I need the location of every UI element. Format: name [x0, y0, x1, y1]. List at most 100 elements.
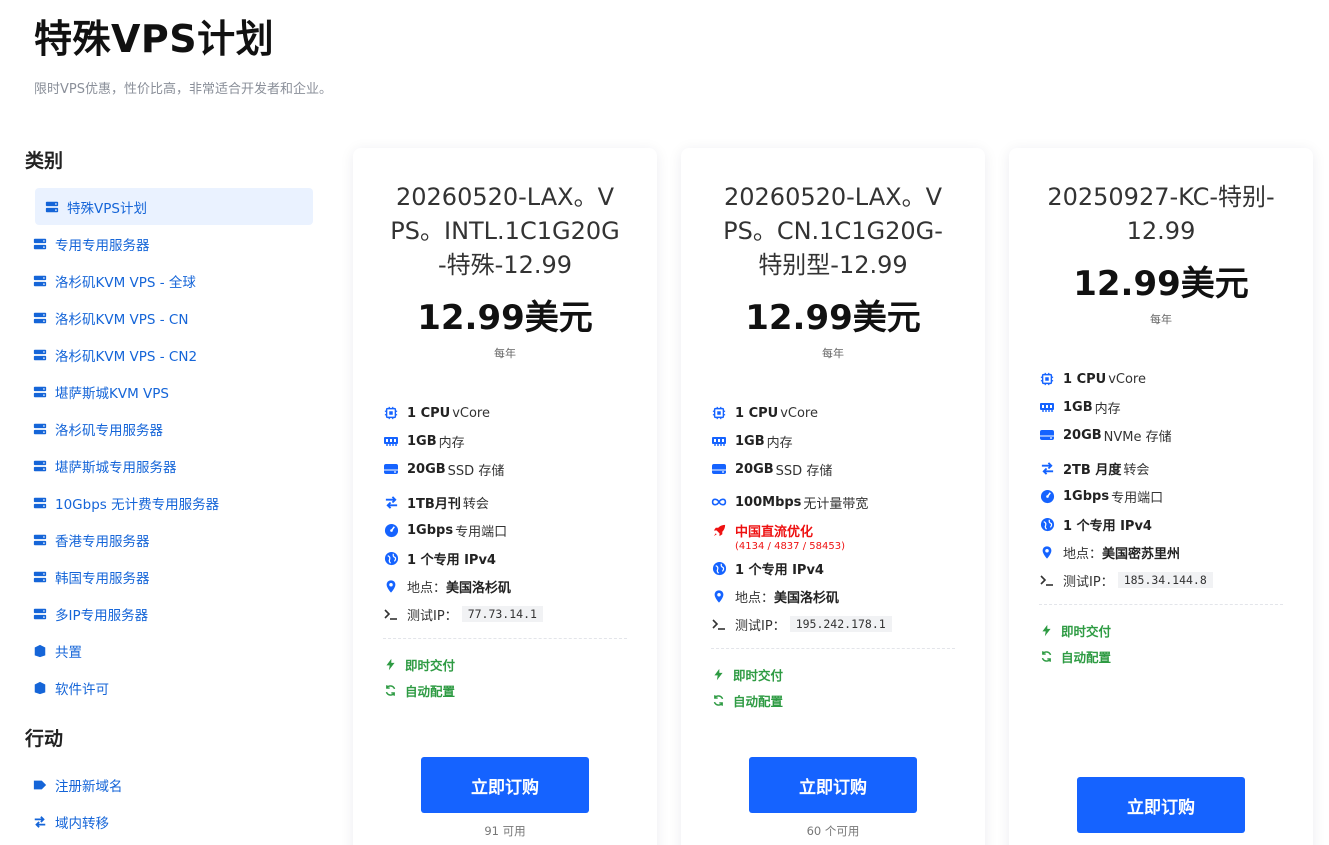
sidebar-item-kc-dedicated[interactable]: 堪萨斯城专用服务器	[33, 447, 315, 484]
feature-value: 1Gbps	[407, 522, 454, 538]
gauge-icon	[383, 522, 399, 538]
feature-traffic: 2TB 月度 转会	[1039, 454, 1283, 482]
feature-label: 地点：	[407, 580, 447, 596]
feature-value: 1GB	[407, 433, 437, 449]
sidebar-item-la-kvm-cn2[interactable]: 洛杉矶KVM VPS - CN2	[33, 336, 315, 373]
page-title: 特殊VPS计划	[34, 17, 275, 61]
server-icon	[33, 274, 47, 288]
terminal-icon	[383, 606, 399, 622]
feature-text: 专用端口	[455, 524, 508, 540]
transfer-icon	[1039, 460, 1055, 476]
server-icon	[33, 348, 47, 362]
sidebar-item-colocation[interactable]: 共置	[33, 632, 315, 669]
server-icon	[33, 570, 47, 584]
feature-disk: 20GB SSD 存储	[383, 455, 627, 483]
feature-text: 内存	[438, 435, 465, 451]
auto-setup-label: 自动配置	[1061, 649, 1112, 665]
sidebar-item-label: 注册新域名	[55, 778, 123, 795]
infinity-icon	[711, 494, 727, 510]
test-ip-value: 185.34.144.8	[1117, 572, 1213, 588]
instant-delivery: 即时交付	[711, 661, 985, 687]
product-card: 20260520-LAX。VPS。CN.1C1G20G-特别型-12.99 12…	[681, 148, 985, 845]
feature-disk: 20GB NVMe 存储	[1039, 421, 1283, 449]
sidebar-item-la-dedicated[interactable]: 洛杉矶专用服务器	[33, 410, 315, 447]
feature-value: 1 个专用 IPv4	[407, 552, 496, 568]
feature-label: 测试IP：	[1063, 574, 1114, 590]
instant-delivery-label: 即时交付	[733, 667, 784, 683]
feature-ipv4: 1 个专用 IPv4	[1039, 510, 1283, 538]
categories-heading: 类别	[25, 150, 64, 172]
server-icon	[33, 311, 47, 325]
cpu-icon	[1039, 371, 1055, 387]
tag-icon	[33, 778, 47, 792]
feature-label: 测试IP：	[735, 618, 786, 634]
feature-ram: 1GB 内存	[1039, 393, 1283, 421]
sync-icon	[711, 693, 725, 707]
instant-delivery-label: 即时交付	[1061, 623, 1112, 639]
feature-label: 测试IP：	[407, 608, 458, 624]
feature-value: 1Gbps	[1063, 488, 1110, 504]
feature-list: 1 CPU vCore 1GB 内存 20GB SSD 存储 100Mbps 无…	[711, 399, 955, 638]
feature-value: 1TB月刊	[407, 496, 461, 512]
sidebar-item-software-license[interactable]: 软件许可	[33, 669, 315, 706]
hdd-icon	[711, 461, 727, 477]
feature-disk: 20GB SSD 存储	[711, 455, 955, 483]
sidebar-item-10gbps[interactable]: 10Gbps 无计费专用服务器	[33, 484, 315, 521]
feature-value: 美国密苏里州	[1102, 546, 1181, 562]
feature-text: SSD 存储	[775, 463, 833, 479]
sidebar-item-multi-ip[interactable]: 多IP专用服务器	[33, 595, 315, 632]
feature-value: 100Mbps	[735, 494, 802, 510]
feature-cpu: 1 CPU vCore	[383, 399, 627, 427]
feature-location: 地点： 美国洛杉矶	[711, 582, 955, 610]
divider	[383, 638, 627, 639]
feature-bandwidth: 100Mbps 无计量带宽	[711, 488, 955, 516]
feature-cpu: 1 CPU vCore	[711, 399, 955, 427]
feature-text: 专用端口	[1111, 490, 1164, 506]
instant-delivery-label: 即时交付	[405, 657, 456, 673]
map-pin-icon	[383, 578, 399, 594]
billing-period: 每年	[822, 347, 844, 360]
sidebar-item-hk-dedicated[interactable]: 香港专用服务器	[33, 521, 315, 558]
sync-icon	[1039, 649, 1053, 663]
cpu-icon	[711, 405, 727, 421]
sidebar-item-special-vps[interactable]: 特殊VPS计划	[35, 188, 313, 225]
sidebar-item-label: 洛杉矶KVM VPS - CN	[55, 311, 189, 328]
rocket-icon	[711, 522, 727, 538]
sidebar-item-kc-kvm[interactable]: 堪萨斯城KVM VPS	[33, 373, 315, 410]
sidebar-item-label: 洛杉矶专用服务器	[55, 422, 163, 439]
feature-port: 1Gbps 专用端口	[1039, 482, 1283, 510]
feature-port: 1Gbps 专用端口	[383, 516, 627, 544]
order-now-button[interactable]: 立即订购	[1077, 777, 1245, 833]
feature-ram: 1GB 内存	[711, 427, 955, 455]
sidebar-item-label: 堪萨斯城专用服务器	[55, 459, 177, 476]
sidebar-item-label: 堪萨斯城KVM VPS	[55, 385, 169, 402]
bolt-icon	[383, 657, 397, 671]
divider	[711, 648, 955, 649]
server-icon	[33, 237, 47, 251]
cpu-icon	[383, 405, 399, 421]
order-now-button[interactable]: 立即订购	[421, 757, 589, 813]
sidebar-item-transfer-domain[interactable]: 域内转移	[33, 803, 315, 840]
product-title: 20260520-LAX。VPS。CN.1C1G20G-特别型-12.99	[723, 183, 943, 279]
box-icon	[33, 681, 47, 695]
order-now-button[interactable]: 立即订购	[749, 757, 917, 813]
availability: 91 可用	[484, 824, 526, 838]
feature-value: 1 CPU	[407, 405, 451, 421]
sidebar-item-kr-dedicated[interactable]: 韩国专用服务器	[33, 558, 315, 595]
product-card: 20260520-LAX。VPS。INTL.1C1G20G-特殊-12.99 1…	[353, 148, 657, 845]
globe-icon	[383, 550, 399, 566]
gauge-icon	[1039, 488, 1055, 504]
billing-period: 每年	[1150, 313, 1172, 326]
server-icon	[33, 607, 47, 621]
sidebar-item-register-domain[interactable]: 注册新域名	[33, 766, 315, 803]
globe-icon	[1039, 516, 1055, 532]
sidebar-item-la-kvm-cn[interactable]: 洛杉矶KVM VPS - CN	[33, 299, 315, 336]
billing-period: 每年	[494, 347, 516, 360]
transfer-icon	[33, 815, 47, 829]
map-pin-icon	[711, 588, 727, 604]
hdd-icon	[383, 461, 399, 477]
feature-ipv4: 1 个专用 IPv4	[711, 554, 955, 582]
sidebar-item-la-kvm-global[interactable]: 洛杉矶KVM VPS - 全球	[33, 262, 315, 299]
feature-list: 1 CPU vCore 1GB 内存 20GB SSD 存储 1TB月刊 转会 1…	[383, 399, 627, 628]
sidebar-item-dedicated[interactable]: 专用专用服务器	[33, 225, 315, 262]
